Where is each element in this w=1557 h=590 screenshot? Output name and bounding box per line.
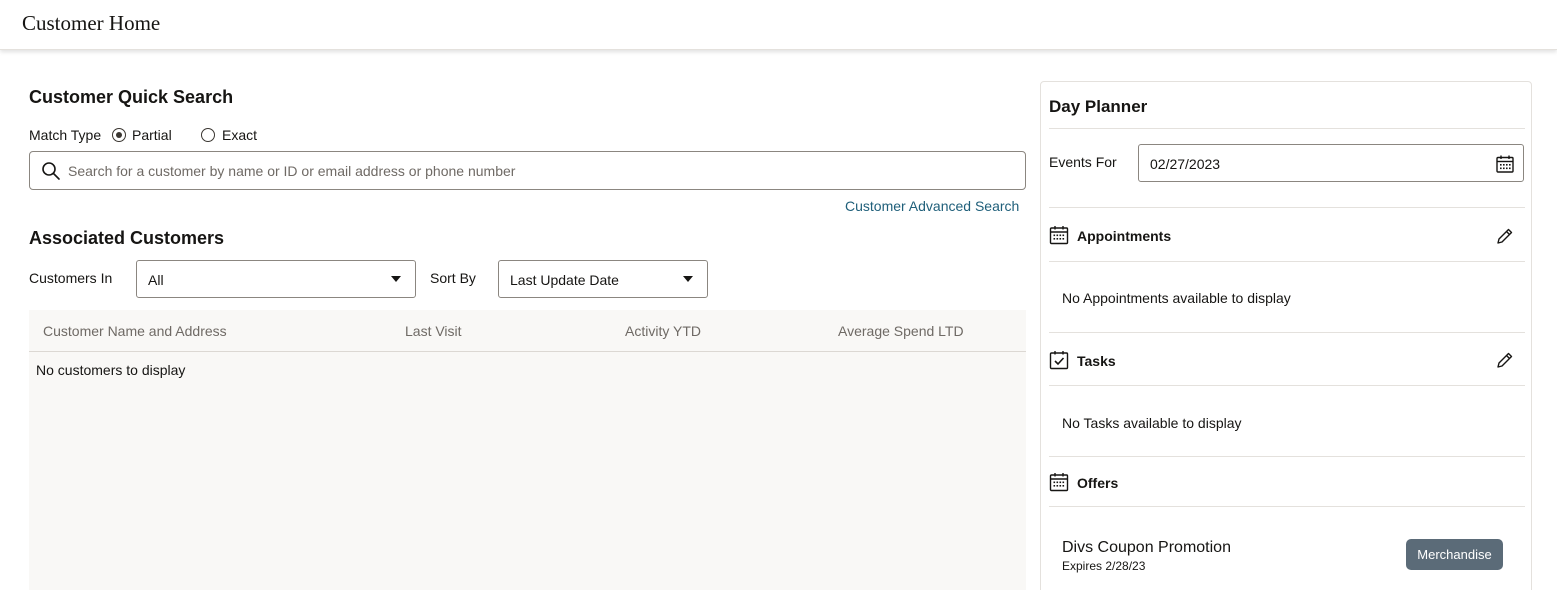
sort-by-label: Sort By [430, 270, 476, 286]
dropdown-caret-icon [683, 276, 693, 282]
divider [1049, 332, 1525, 333]
task-calendar-check-icon [1049, 351, 1069, 370]
radio-partial[interactable] [112, 128, 126, 142]
empty-table-message: No customers to display [36, 362, 186, 378]
column-header-last-visit[interactable]: Last Visit [405, 323, 462, 339]
offers-heading: Offers [1077, 475, 1119, 491]
radio-exact[interactable] [201, 128, 215, 142]
appointments-empty-message: No Appointments available to display [1062, 290, 1291, 306]
tasks-heading: Tasks [1077, 353, 1116, 369]
customer-search-input[interactable] [68, 152, 1008, 189]
offer-expiry: Expires 2/28/23 [1062, 559, 1146, 573]
column-header-name[interactable]: Customer Name and Address [43, 323, 227, 339]
dropdown-caret-icon [391, 276, 401, 282]
divider [1049, 506, 1525, 507]
customers-in-value: All [148, 272, 164, 288]
tasks-empty-message: No Tasks available to display [1062, 415, 1242, 431]
quick-search-heading: Customer Quick Search [29, 87, 234, 107]
customers-table: Customer Name and Address Last Visit Act… [29, 310, 1026, 590]
events-date-field[interactable]: 02/27/2023 [1138, 144, 1524, 182]
calendar-icon [1049, 473, 1069, 492]
column-header-average-spend[interactable]: Average Spend LTD [838, 323, 964, 339]
calendar-icon[interactable] [1495, 154, 1515, 174]
offer-name[interactable]: Divs Coupon Promotion [1062, 539, 1231, 557]
radio-exact-label[interactable]: Exact [222, 127, 257, 143]
search-icon [42, 162, 60, 180]
day-planner-heading: Day Planner [1049, 97, 1148, 116]
calendar-icon [1049, 226, 1069, 245]
divider [1049, 456, 1525, 457]
sort-by-value: Last Update Date [510, 272, 619, 288]
appointments-heading: Appointments [1077, 228, 1172, 244]
edit-appointments-pencil-icon[interactable] [1496, 227, 1514, 245]
day-planner-panel: Day Planner Events For 02/27/2023 Appoin… [1040, 81, 1532, 590]
customers-in-select[interactable]: All [136, 260, 416, 298]
sort-by-select[interactable]: Last Update Date [498, 260, 708, 298]
page-title: Customer Home [22, 11, 161, 35]
associated-customers-heading: Associated Customers [29, 228, 225, 248]
customer-advanced-search-link[interactable]: Customer Advanced Search [845, 198, 1019, 214]
divider [1049, 207, 1525, 208]
column-header-activity[interactable]: Activity YTD [625, 323, 701, 339]
divider [1049, 385, 1525, 386]
match-type-label: Match Type [29, 127, 102, 143]
radio-partial-label[interactable]: Partial [132, 127, 172, 143]
events-for-label: Events For [1049, 154, 1117, 170]
customer-search-field[interactable] [29, 151, 1026, 190]
customers-in-label: Customers In [29, 270, 113, 286]
offer-category-badge[interactable]: Merchandise [1406, 539, 1503, 570]
divider [1049, 128, 1525, 129]
edit-tasks-pencil-icon[interactable] [1496, 351, 1514, 369]
top-bar: Customer Home [0, 0, 1557, 50]
divider [1049, 261, 1525, 262]
events-date-value: 02/27/2023 [1150, 156, 1221, 172]
table-header: Customer Name and Address Last Visit Act… [29, 310, 1026, 352]
